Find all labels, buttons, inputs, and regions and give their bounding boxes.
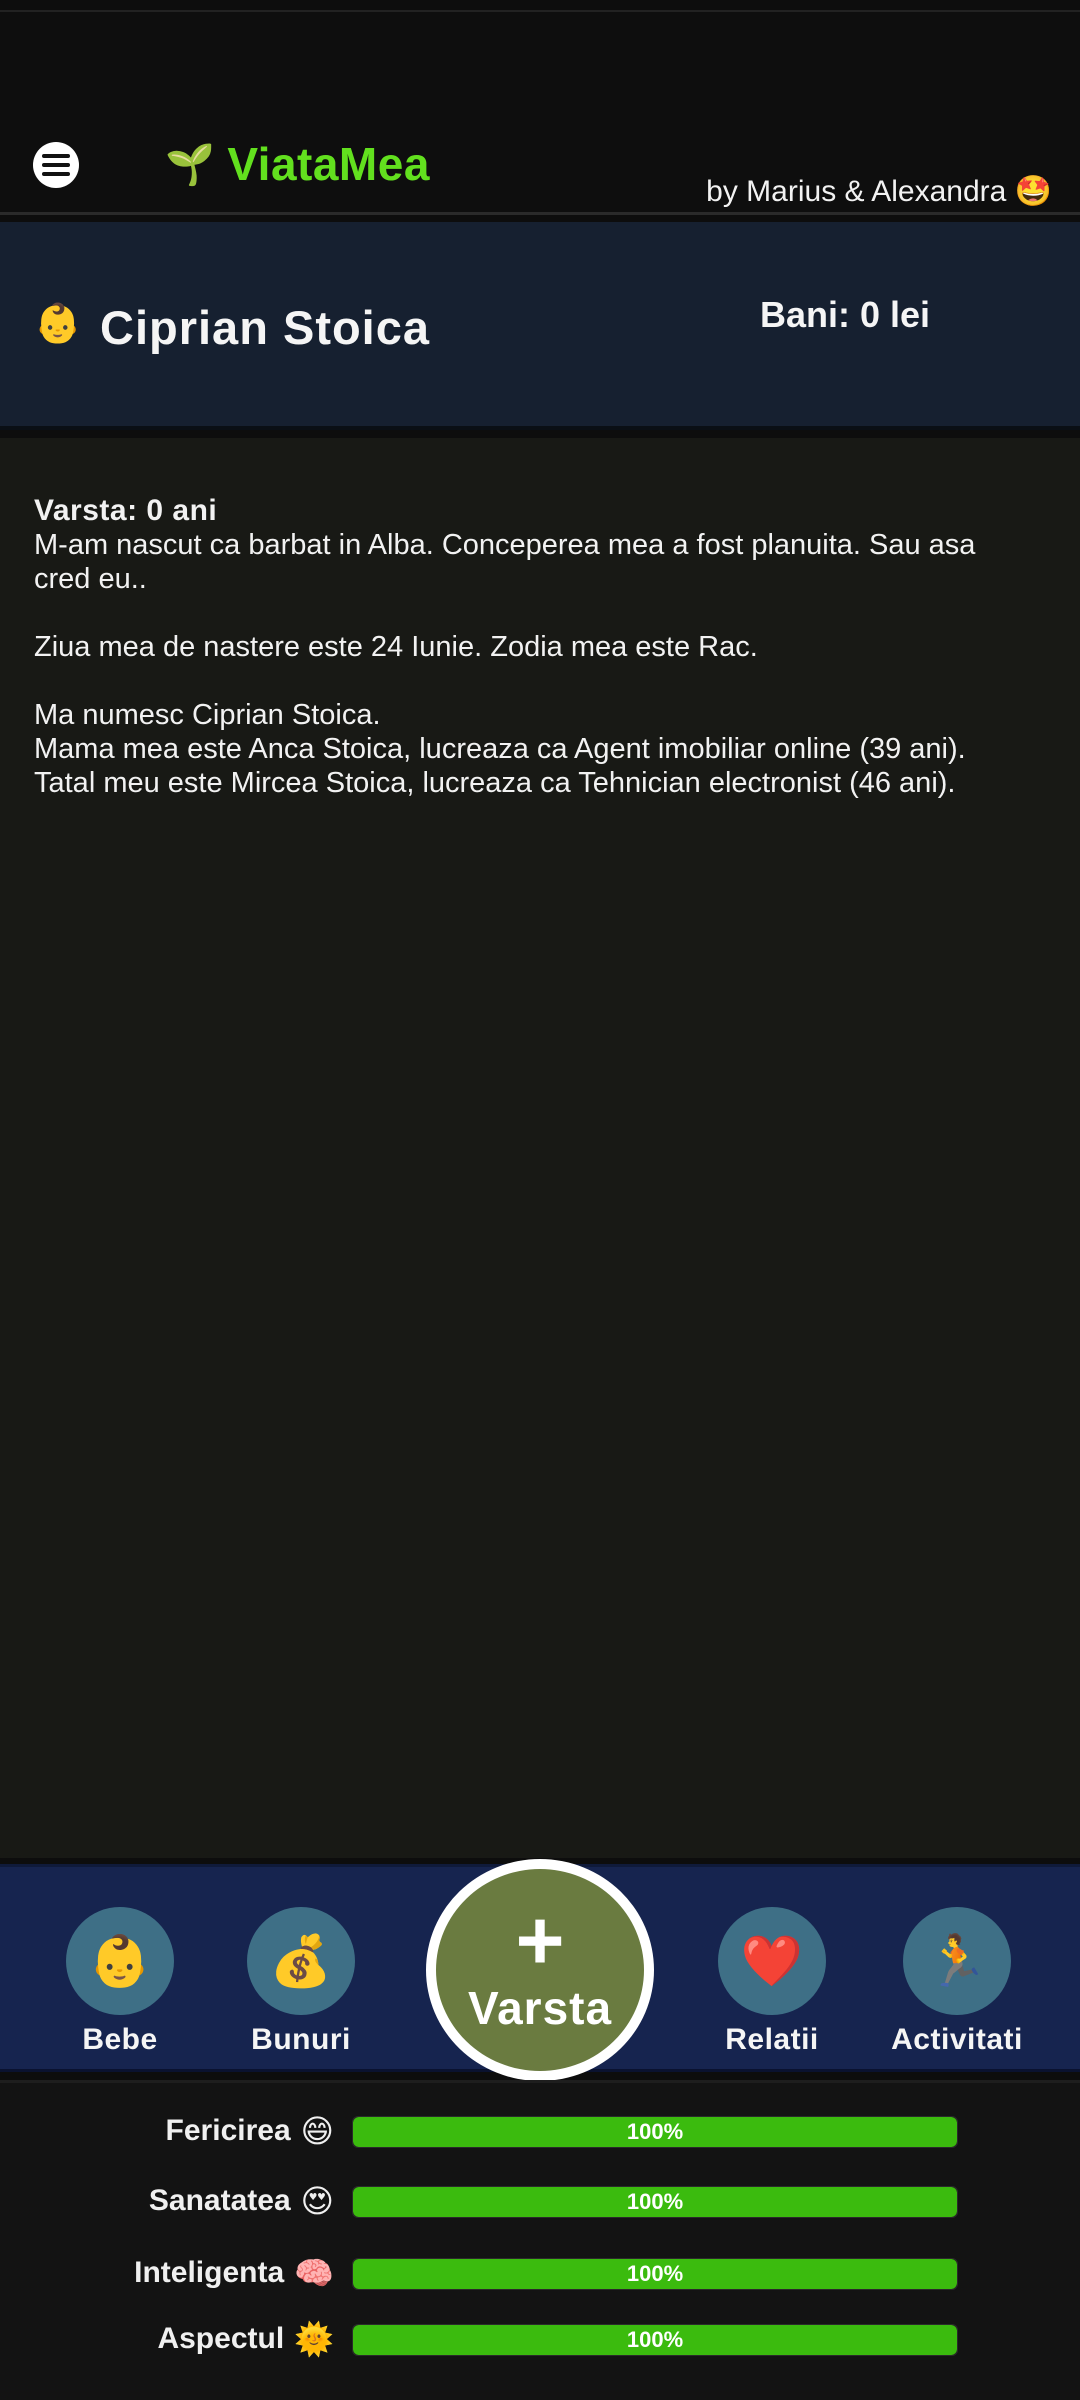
log-line: Mama mea este Anca Stoica, lucreaza ca A… [34, 733, 966, 765]
stat-bar: 100% [352, 2116, 958, 2148]
stat-bar: 100% [352, 2186, 958, 2218]
stat-name: Inteligenta [134, 2256, 285, 2289]
stat-percent: 100% [626, 2327, 684, 2352]
stat-label: Aspectul 🌞 [157, 2319, 334, 2359]
runner-icon[interactable]: 🏃 [903, 1907, 1011, 2015]
age-up-button[interactable]: + Varsta [426, 1859, 654, 2081]
stat-row-fericirea: Fericirea 😄 100% [0, 2111, 1080, 2151]
stat-bar: 100% [352, 2258, 958, 2290]
stat-name: Sanatatea [148, 2184, 291, 2217]
stat-bar: 100% [352, 2324, 958, 2356]
nav-label: Bebe [82, 2023, 158, 2056]
app-brand: 🌱 ViataMea [165, 137, 430, 191]
age-up-label: Varsta [467, 1982, 613, 2034]
stat-percent: 100% [626, 2119, 684, 2144]
nav-item-bebe[interactable]: 👶 Bebe [40, 1907, 200, 2057]
stat-label: Fericirea 😄 [166, 2111, 334, 2151]
stat-label: Sanatatea 😍 [149, 2181, 334, 2221]
author-byline: by Marius & Alexandra 🤩 [706, 175, 1052, 208]
stat-name: Aspectul [157, 2322, 285, 2355]
heart-icon[interactable]: ❤️ [718, 1907, 826, 2015]
stat-label: Inteligenta 🧠 [134, 2253, 334, 2293]
money-bag-icon[interactable]: 💰 [247, 1907, 355, 2015]
baby-avatar-icon: 👶 [34, 303, 82, 345]
log-age-line: Varsta: 0 ani [34, 494, 218, 527]
app-title: ViataMea [227, 138, 430, 190]
heart-eyes-icon: 😍 [300, 2183, 334, 2219]
money-balance: Bani: 0 lei [760, 294, 931, 335]
happy-face-icon: 😄 [300, 2113, 334, 2149]
top-header: 🌱 ViataMea by Marius & Alexandra 🤩 [0, 10, 1080, 215]
log-line: Ziua mea de nastere este 24 Iunie. Zodia… [34, 631, 758, 663]
character-name: Ciprian Stoica [100, 301, 431, 354]
plus-icon: + [515, 1893, 565, 1987]
app: 🌱 ViataMea by Marius & Alexandra 🤩 👶 Cip… [0, 0, 1080, 2400]
stat-name: Fericirea [165, 2114, 291, 2147]
brain-icon: 🧠 [294, 2255, 334, 2291]
nav-label: Relatii [725, 2023, 819, 2056]
nav-label: Activitati [891, 2023, 1023, 2056]
stats-panel: Fericirea 😄 100% Sanatatea 😍 100% Inteli… [0, 2080, 1080, 2400]
sprout-icon: 🌱 [165, 142, 216, 187]
stat-row-aspectul: Aspectul 🌞 100% [0, 2319, 1080, 2359]
nav-item-activitati[interactable]: 🏃 Activitati [877, 1907, 1037, 2057]
nav-item-bunuri[interactable]: 💰 Bunuri [221, 1907, 381, 2057]
baby-icon[interactable]: 👶 [66, 1907, 174, 2015]
stat-row-sanatatea: Sanatatea 😍 100% [0, 2181, 1080, 2221]
menu-icon[interactable] [33, 142, 79, 188]
profile-bar: 👶 Ciprian Stoica Bani: 0 lei [0, 222, 1080, 430]
log-line: M-am nascut ca barbat in Alba. Concepere… [34, 529, 976, 595]
sun-icon: 🌞 [294, 2321, 334, 2357]
nav-label: Bunuri [251, 2023, 351, 2056]
stat-row-inteligenta: Inteligenta 🧠 100% [0, 2253, 1080, 2293]
log-line: Tatal meu este Mircea Stoica, lucreaza c… [34, 767, 956, 799]
life-log: Varsta: 0 ani M-am nascut ca barbat in A… [0, 438, 1080, 1858]
bottom-nav: 👶 Bebe 💰 Bunuri + Varsta ❤️ Relatii 🏃 Ac… [0, 1859, 1080, 2081]
log-content: Varsta: 0 ani M-am nascut ca barbat in A… [34, 494, 1034, 800]
stat-percent: 100% [626, 2189, 684, 2214]
stat-percent: 100% [626, 2261, 684, 2286]
nav-item-relatii[interactable]: ❤️ Relatii [692, 1907, 852, 2057]
log-line: Ma numesc Ciprian Stoica. [34, 699, 381, 731]
